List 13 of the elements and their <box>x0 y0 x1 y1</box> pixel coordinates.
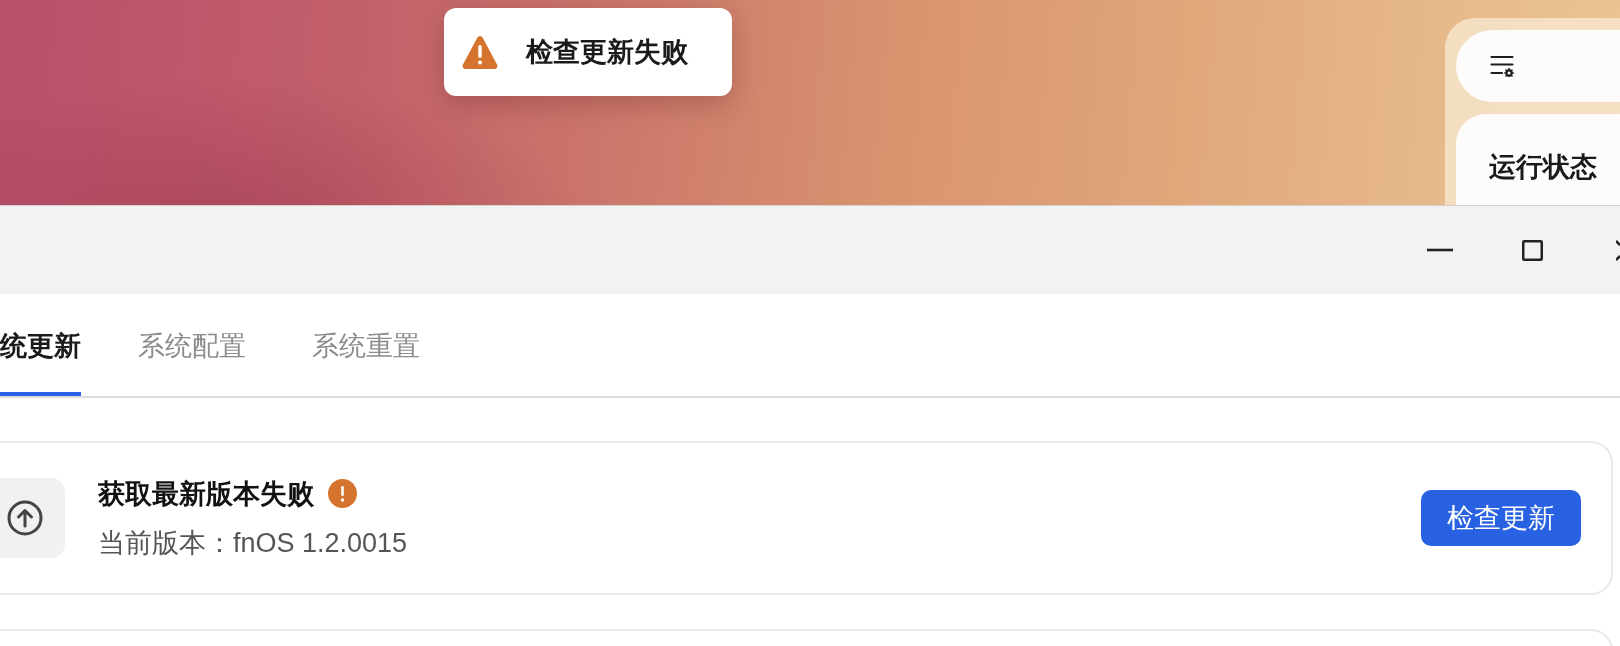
close-icon[interactable] <box>1616 239 1620 261</box>
card-title: 获取最新版本失败 <box>98 477 314 511</box>
version-text: 当前版本：fnOS 1.2.0015 <box>98 526 409 560</box>
card-title: 运行状态 <box>1489 151 1597 184</box>
toast-message: 检查更新失败 <box>526 36 688 69</box>
tab[interactable]: 系统重置 <box>303 329 429 396</box>
tab[interactable]: 统更新 <box>0 329 81 396</box>
list-settings-icon[interactable] <box>1490 55 1514 77</box>
minimize-icon[interactable] <box>1427 248 1453 252</box>
tab[interactable]: 系统配置 <box>129 329 255 396</box>
warning-icon <box>462 35 498 69</box>
check-update-button[interactable]: 检查更新 <box>1421 490 1581 546</box>
maximize-icon[interactable] <box>1522 239 1543 261</box>
